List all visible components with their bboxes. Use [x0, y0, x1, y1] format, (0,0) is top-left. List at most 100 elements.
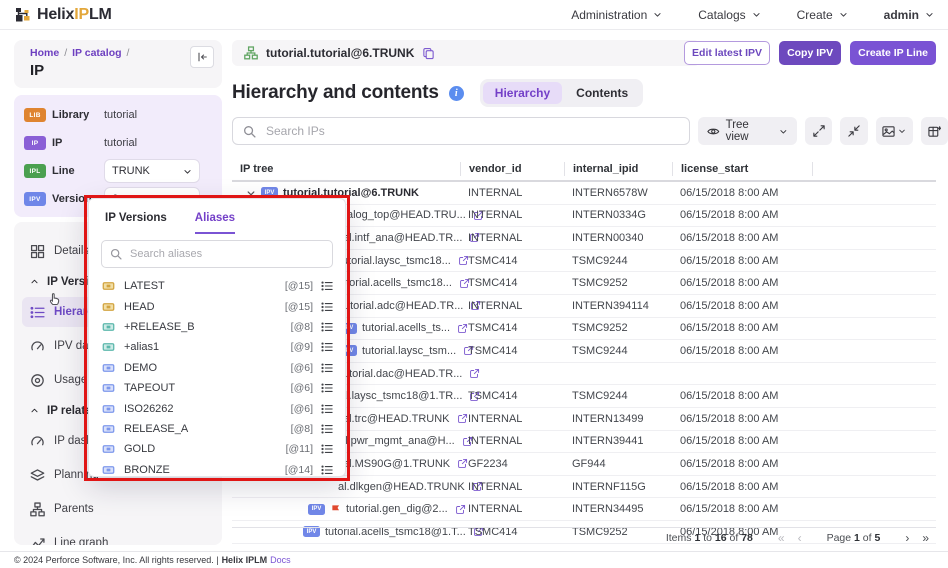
line-select[interactable]: TRUNK — [104, 159, 200, 183]
info-icon[interactable]: i — [449, 86, 464, 101]
brand-ip: IP — [74, 6, 89, 23]
context-row: IPIPtutorial — [24, 129, 212, 157]
context-value: tutorial — [104, 137, 137, 149]
ipv-badge: IPV — [261, 187, 278, 198]
next-page-button[interactable]: › — [902, 531, 912, 545]
alias-row[interactable]: +RELEASE_B[@8] — [89, 317, 345, 337]
alias-name: TAPEOUT — [124, 382, 175, 394]
title-row: Hierarchy and contents i HierarchyConten… — [232, 79, 643, 107]
column-header-IP-tree[interactable]: IP tree — [232, 162, 460, 176]
alias-row[interactable]: GOLD[@11] — [89, 439, 345, 459]
license-start-cell: 06/15/2018 8:00 AM — [672, 277, 812, 289]
ipv-badge: IPV — [24, 192, 46, 206]
list-icon — [321, 443, 333, 455]
tree-view-dropdown[interactable]: Tree view — [698, 117, 797, 145]
search-aliases-input[interactable] — [128, 247, 324, 261]
search-ips-input[interactable] — [264, 123, 679, 139]
grid-icon — [30, 244, 45, 259]
vendor-id-cell: GF2234 — [460, 458, 564, 470]
tab-contents[interactable]: Contents — [564, 82, 640, 104]
sidebar-collapse-button[interactable] — [190, 46, 214, 68]
alias-row[interactable]: RELEASE_A[@8] — [89, 419, 345, 439]
ip-name: utorial.acells_tsmc18... — [340, 277, 452, 289]
last-page-button[interactable]: » — [919, 531, 932, 545]
popup-tab-ip-versions[interactable]: IP Versions — [105, 212, 167, 234]
vendor-id-cell: INTERNAL — [460, 503, 564, 515]
context-row: LIBLibrarytutorial — [24, 101, 212, 129]
copy-icon[interactable] — [422, 47, 435, 60]
table-row[interactable]: IPVtutorial.gen_dig@2...INTERNALINTERN34… — [232, 498, 936, 521]
alias-row[interactable]: LATEST[@15] — [89, 276, 345, 296]
ip-name: al.pwr_mgmt_ana@H... — [339, 435, 455, 447]
vendor-id-cell: INTERNAL — [460, 435, 564, 447]
top-menu-catalogs[interactable]: Catalogs — [698, 8, 760, 22]
edit-latest-ipv-button[interactable]: Edit latest IPV — [684, 41, 770, 65]
top-menu-create[interactable]: Create — [797, 8, 848, 22]
chevron-up-icon — [30, 277, 39, 286]
list-icon — [30, 305, 45, 320]
alias-search-bar[interactable] — [101, 240, 333, 268]
alias-row[interactable]: ISO26262[@6] — [89, 398, 345, 418]
breadcrumb-home[interactable]: Home — [30, 47, 59, 59]
ip-badge: IP — [24, 136, 46, 150]
alias-row[interactable]: +alias1[@9] — [89, 337, 345, 357]
image-icon — [882, 125, 895, 138]
expand-all-button[interactable] — [805, 117, 832, 145]
license-start-cell: 06/15/2018 8:00 AM — [672, 503, 812, 515]
top-bar: HelixIPLM Administration Catalogs Create ad… — [0, 0, 948, 30]
sidebar-item-line-graph[interactable]: Line graph — [14, 526, 222, 545]
vendor-id-cell: TSMC414 — [460, 390, 564, 402]
list-icon — [321, 423, 333, 435]
column-header-license_start[interactable]: license_start — [672, 162, 812, 176]
chevron-down-icon — [779, 127, 788, 136]
chevron-down-icon — [183, 167, 192, 176]
top-menu-admin[interactable]: admin — [884, 8, 934, 22]
add-column-button[interactable] — [921, 117, 948, 145]
export-image-dropdown[interactable] — [876, 117, 913, 145]
alias-tag-icon — [101, 341, 116, 353]
collapse-all-button[interactable] — [840, 117, 867, 145]
chevron-down-icon — [925, 10, 934, 19]
context-row: IPLLineTRUNK — [24, 157, 212, 185]
internal-ipid-cell: TSMC9252 — [564, 277, 672, 289]
license-start-cell: 06/15/2018 8:00 AM — [672, 435, 812, 447]
license-start-cell: 06/15/2018 8:00 AM — [672, 390, 812, 402]
ip-search-bar[interactable] — [232, 117, 690, 145]
popup-tab-aliases[interactable]: Aliases — [195, 212, 235, 234]
internal-ipid-cell: INTERN6578W — [564, 187, 672, 199]
internal-ipid-cell: GF944 — [564, 458, 672, 470]
create-ip-line-button[interactable]: Create IP Line — [850, 41, 936, 65]
column-header-vendor_id[interactable]: vendor_id — [460, 162, 564, 176]
alias-row[interactable]: DEMO[@6] — [89, 358, 345, 378]
list-icon — [321, 464, 333, 476]
tree-view-label: Tree view — [726, 119, 774, 143]
alias-row[interactable]: HEAD[@15] — [89, 296, 345, 316]
license-start-cell: 06/15/2018 8:00 AM — [672, 232, 812, 244]
vendor-id-cell: TSMC414 — [460, 322, 564, 334]
docs-link[interactable]: Docs — [270, 555, 291, 565]
alias-version: [@8] — [291, 423, 313, 435]
top-menu-administration[interactable]: Administration — [571, 8, 662, 22]
alias-row[interactable]: TAPEOUT[@6] — [89, 378, 345, 398]
license-start-cell: 06/15/2018 8:00 AM — [672, 255, 812, 267]
tab-hierarchy[interactable]: Hierarchy — [483, 82, 562, 104]
ip-name: al.MS90G@1.TRUNK — [343, 458, 450, 470]
first-page-button[interactable]: « — [775, 531, 788, 545]
breadcrumb-ip-catalog[interactable]: IP catalog — [72, 47, 121, 59]
list-icon — [321, 280, 333, 292]
chevron-down-icon — [898, 127, 906, 135]
table-plus-icon — [928, 125, 941, 138]
brand-logo[interactable]: HelixIPLM — [14, 6, 112, 24]
lib-badge: LIB — [24, 108, 46, 122]
vendor-id-cell: INTERNAL — [460, 413, 564, 425]
copy-ipv-button[interactable]: Copy IPV — [779, 41, 841, 65]
license-start-cell: 06/15/2018 8:00 AM — [672, 187, 812, 199]
top-menus: Administration Catalogs Create admin — [571, 8, 934, 22]
ip-name: al.intf_ana@HEAD.TR... — [343, 232, 462, 244]
column-header-internal_ipid[interactable]: internal_ipid — [564, 162, 672, 176]
prev-page-button[interactable]: ‹ — [795, 531, 805, 545]
internal-ipid-cell: TSMC9244 — [564, 255, 672, 267]
alias-tag-icon — [101, 280, 116, 292]
alias-row[interactable]: BRONZE[@14] — [89, 460, 345, 480]
sidebar-item-parents[interactable]: Parents — [14, 492, 222, 526]
